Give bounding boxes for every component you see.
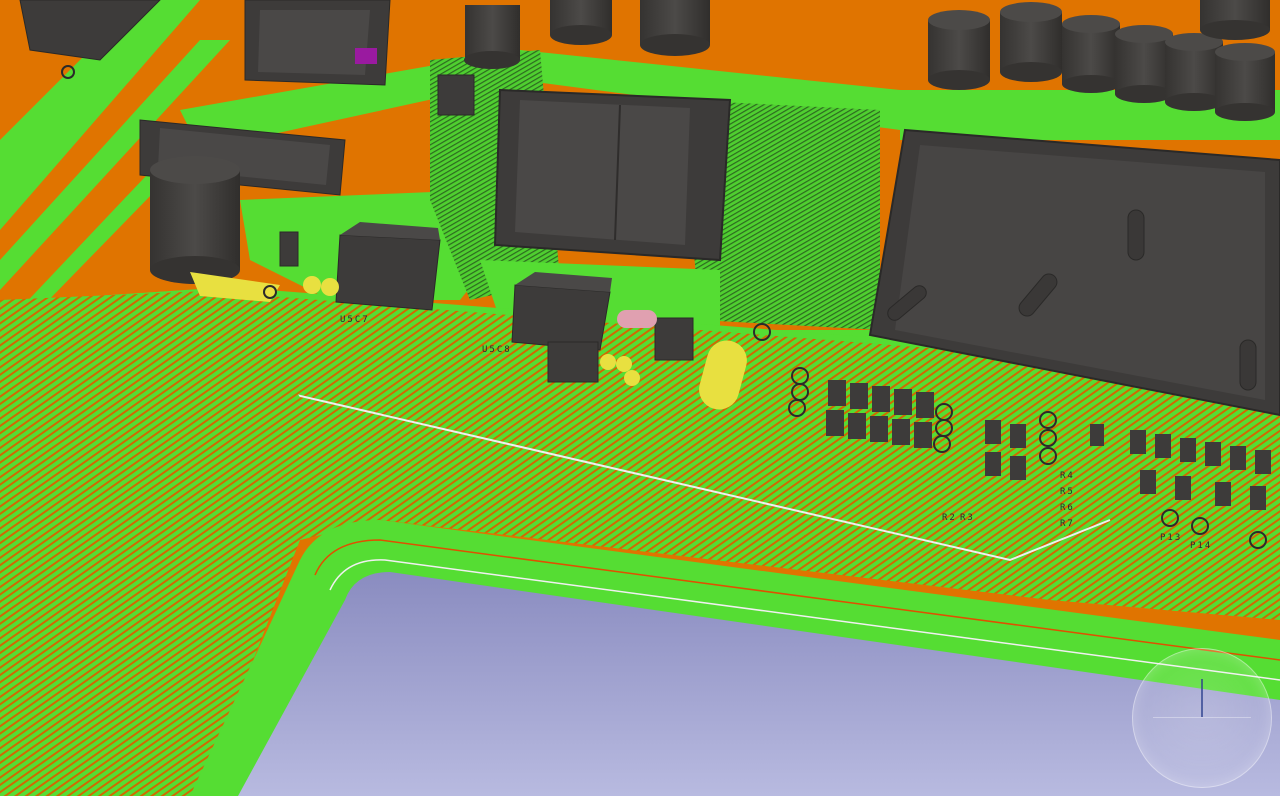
nav-axis-x	[1153, 717, 1251, 718]
silk-r5: R5	[1060, 487, 1075, 497]
silk-r3: R3	[960, 513, 975, 523]
small-component[interactable]	[654, 317, 694, 361]
small-component[interactable]	[547, 341, 599, 383]
nav-axis-z	[1201, 679, 1203, 717]
pcb-3d-viewport[interactable]: U5C7 U5C8 R2 R3 R4 R5 R6 R7 P13 P14	[0, 0, 1280, 796]
inductor-u5c7[interactable]	[335, 222, 441, 311]
silk-r4: R4	[1060, 471, 1075, 481]
small-component[interactable]	[279, 231, 299, 267]
silk-r6: R6	[1060, 503, 1075, 513]
capacitor[interactable]	[1062, 15, 1120, 93]
pcb-scene[interactable]: U5C7 U5C8 R2 R3 R4 R5 R6 R7 P13 P14	[0, 0, 1280, 796]
silk-p13: P13	[1160, 533, 1182, 543]
view-navigation-cube-icon[interactable]	[1132, 648, 1272, 788]
capacitor[interactable]	[464, 5, 520, 69]
central-ic[interactable]	[493, 88, 732, 262]
capacitor[interactable]	[1200, 0, 1270, 40]
capacitor[interactable]	[640, 0, 710, 56]
silk-r2: R2	[942, 513, 957, 523]
silk-p14: P14	[1190, 541, 1212, 551]
small-component[interactable]	[437, 74, 475, 116]
capacitor[interactable]	[1215, 43, 1275, 121]
capacitor[interactable]	[150, 156, 240, 284]
capacitor[interactable]	[550, 0, 612, 45]
capacitor[interactable]	[1165, 33, 1223, 111]
silk-u5c7: U5C7	[340, 315, 370, 325]
inductor-u5c8[interactable]	[511, 272, 612, 351]
capacitor[interactable]	[1115, 25, 1173, 103]
silk-u5c8: U5C8	[482, 345, 512, 355]
capacitor[interactable]	[928, 10, 990, 90]
capacitor[interactable]	[1000, 2, 1062, 82]
silk-r7: R7	[1060, 519, 1075, 529]
